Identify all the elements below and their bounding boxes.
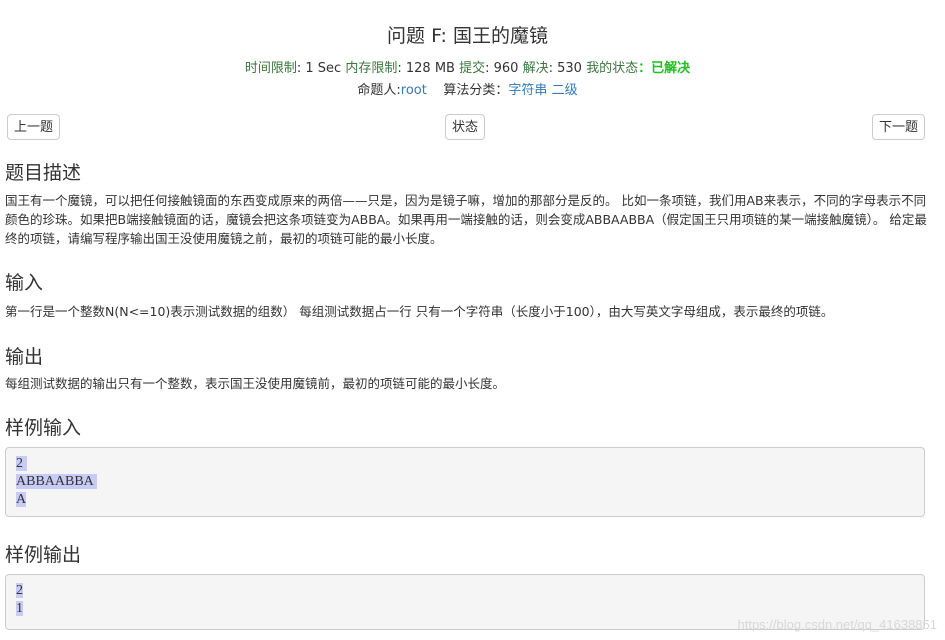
solved-count-value: : 530 — [548, 61, 582, 76]
category-label: 算法分类： — [443, 83, 509, 98]
output-heading: 输出 — [5, 346, 44, 368]
sample-input-line: ABBAABBA — [16, 474, 97, 489]
problem-meta-author: 命题人:root 算法分类：字符串 二级 — [0, 79, 935, 98]
sample-input-block[interactable]: 2 ABBAABBA A — [5, 447, 925, 517]
sample-output-heading: 样例输出 — [5, 544, 82, 566]
memory-limit-label: 内存限制 — [345, 61, 398, 76]
input-text: 第一行是一个整数N(N<=10)表示测试数据的组数） 每组测试数据占一行 只有一… — [5, 304, 834, 319]
category-tag-level[interactable]: 二级 — [552, 83, 578, 98]
my-state-label: 我的状态 — [586, 61, 639, 76]
input-heading: 输入 — [5, 272, 44, 294]
status-button[interactable]: 状态 — [445, 114, 486, 140]
time-limit-label: 时间限制 — [244, 61, 297, 76]
output-text: 每组测试数据的输出只有一个整数，表示国王没使用魔镜前，最初的项链可能的最小长度。 — [5, 376, 506, 391]
sample-input-line: A — [16, 492, 27, 507]
author-link[interactable]: root — [401, 83, 427, 98]
memory-limit-value: : 128 MB — [397, 61, 455, 76]
sample-output-line: 2 — [16, 583, 23, 598]
prev-problem-button[interactable]: 上一题 — [7, 114, 61, 140]
problem-meta-stats: 时间限制: 1 Sec 内存限制: 128 MB 提交: 960 解决: 530… — [0, 57, 935, 76]
sample-input-heading: 样例输入 — [5, 417, 82, 439]
category-tag-string[interactable]: 字符串 — [508, 83, 547, 98]
sample-input-line: 2 — [16, 456, 27, 471]
description-text: 国王有一个魔镜，可以把任何接触镜面的东西变成原来的两倍——只是，因为是镜子嘛，增… — [5, 193, 927, 246]
watermark: https://blog.csdn.net/qq_41638851 — [737, 617, 938, 632]
description-heading: 题目描述 — [5, 162, 82, 184]
solved-count-label: 解决 — [522, 61, 549, 76]
my-state-value: ：已解决 — [638, 61, 691, 76]
time-limit-value: : 1 Sec — [296, 61, 342, 76]
sample-output-line: 1 — [16, 601, 23, 616]
problem-title: 问题 F: 国王的魔镜 — [387, 25, 548, 47]
author-label: 命题人: — [357, 83, 401, 98]
submit-count-label: 提交 — [459, 61, 486, 76]
submit-count-value: : 960 — [485, 61, 519, 76]
next-problem-button[interactable]: 下一题 — [871, 114, 925, 140]
